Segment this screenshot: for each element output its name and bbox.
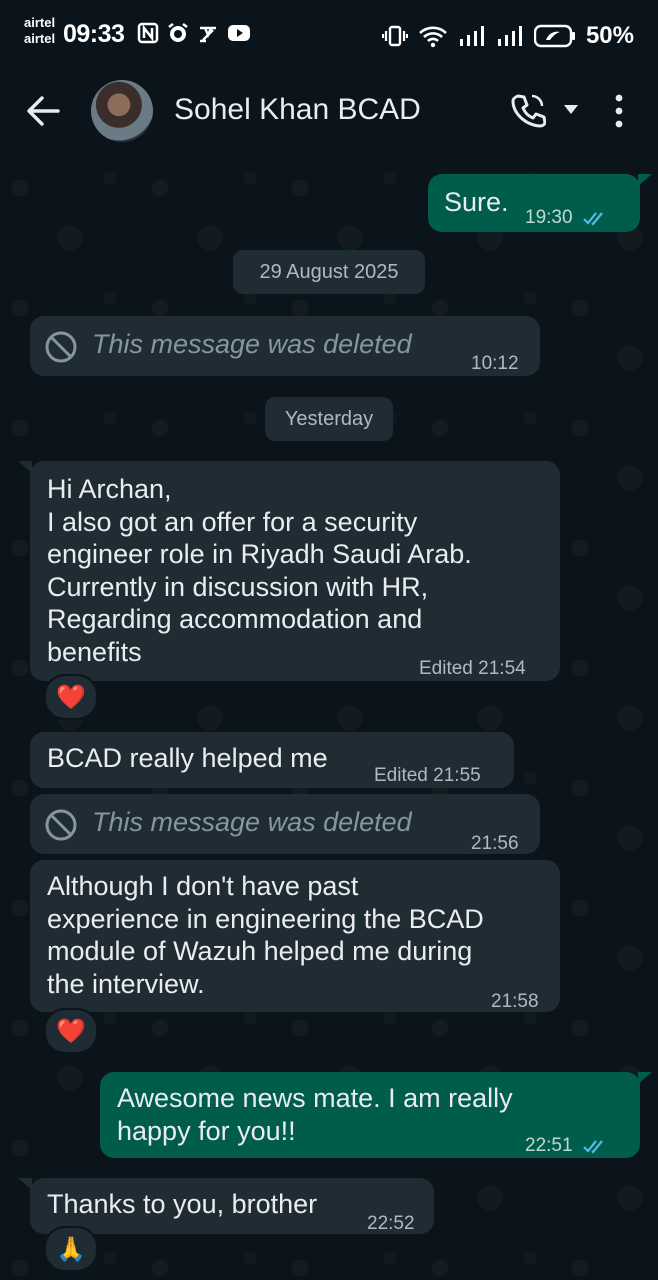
contact-name[interactable]: Sohel Khan BCAD xyxy=(174,93,421,127)
chevron-down-icon[interactable] xyxy=(562,102,580,116)
status-indicators: 50% xyxy=(381,22,634,50)
chat-header: Sohel Khan BCAD xyxy=(0,72,658,158)
message-time: Edited 21:55 xyxy=(374,765,481,786)
reaction-heart[interactable]: ❤️ xyxy=(44,674,98,720)
message-incoming[interactable]: Thanks to you, brother 22:52 xyxy=(18,1178,434,1234)
message-time: 21:56 xyxy=(471,833,519,854)
carrier-2: airtel xyxy=(24,31,56,46)
message-incoming[interactable]: Hi Archan, I also got an offer for a sec… xyxy=(18,461,560,681)
signal-icon-2 xyxy=(497,26,522,46)
reaction-heart[interactable]: ❤️ xyxy=(44,1008,98,1054)
wifi-icon xyxy=(419,26,447,48)
message-time: 10:12 xyxy=(471,353,519,374)
bubble-tail xyxy=(638,1072,652,1084)
date-separator: Yesterday xyxy=(265,397,393,441)
message-text: Hi Archan, I also got an offer for a sec… xyxy=(47,474,472,667)
deleted-text: This message was deleted xyxy=(92,329,412,359)
read-ticks-icon xyxy=(583,1140,603,1154)
message-time: 19:30 xyxy=(525,202,610,235)
carrier-labels: airtel airtel xyxy=(24,15,55,47)
bubble-tail xyxy=(18,461,32,473)
message-time: 22:51 xyxy=(525,1130,610,1163)
read-ticks-icon xyxy=(583,212,603,226)
mute-icon xyxy=(197,22,219,44)
battery-icon xyxy=(533,24,575,48)
message-outgoing[interactable]: Awesome news mate. I am really happy for… xyxy=(100,1072,652,1158)
youtube-icon xyxy=(227,22,250,44)
more-vert-icon[interactable] xyxy=(612,92,626,130)
bubble-tail xyxy=(638,174,652,186)
carrier-1: airtel xyxy=(24,15,56,30)
reaction-pray[interactable]: 🙏 xyxy=(44,1226,98,1272)
bubble-tail xyxy=(18,1178,32,1190)
message-time-value: 19:30 xyxy=(525,207,573,228)
signal-icon-1 xyxy=(459,26,484,46)
back-arrow-icon[interactable] xyxy=(24,92,62,130)
message-text: Awesome news mate. I am really happy for… xyxy=(117,1083,513,1146)
message-time: 22:52 xyxy=(367,1213,415,1234)
status-clock: 09:33 xyxy=(63,20,125,48)
message-outgoing[interactable]: Sure. 19:30 xyxy=(428,174,652,235)
deleted-icon xyxy=(45,809,77,841)
nfc-icon xyxy=(137,22,159,44)
message-incoming[interactable]: BCAD really helped me Edited 21:55 xyxy=(30,732,514,788)
message-incoming-deleted[interactable]: This message was deleted 10:12 xyxy=(30,316,540,376)
deleted-text: This message was deleted xyxy=(92,807,412,837)
date-separator: 29 August 2025 xyxy=(233,250,425,294)
message-text: Although I don't have past experience in… xyxy=(47,871,484,999)
vibrate-icon xyxy=(381,25,408,47)
alarm-icon xyxy=(167,22,189,44)
message-time: 21:58 xyxy=(491,991,539,1012)
battery-percent: 50% xyxy=(585,22,634,49)
phone-icon[interactable] xyxy=(510,92,546,128)
message-incoming[interactable]: Although I don't have past experience in… xyxy=(30,860,560,1012)
message-text: Sure. xyxy=(444,187,509,217)
message-time: Edited 21:54 xyxy=(419,658,526,679)
avatar[interactable] xyxy=(91,80,153,142)
message-time-value: 22:51 xyxy=(525,1135,573,1156)
deleted-icon xyxy=(45,331,77,363)
chat-area[interactable]: Sure. 19:30 29 August 2025 This message … xyxy=(0,158,658,1280)
notification-icons xyxy=(137,22,250,44)
message-text: BCAD really helped me xyxy=(47,743,328,773)
message-text: Thanks to you, brother xyxy=(47,1189,318,1219)
status-bar: airtel airtel 09:33 50% xyxy=(0,0,658,72)
message-incoming-deleted[interactable]: This message was deleted 21:56 xyxy=(30,794,540,854)
